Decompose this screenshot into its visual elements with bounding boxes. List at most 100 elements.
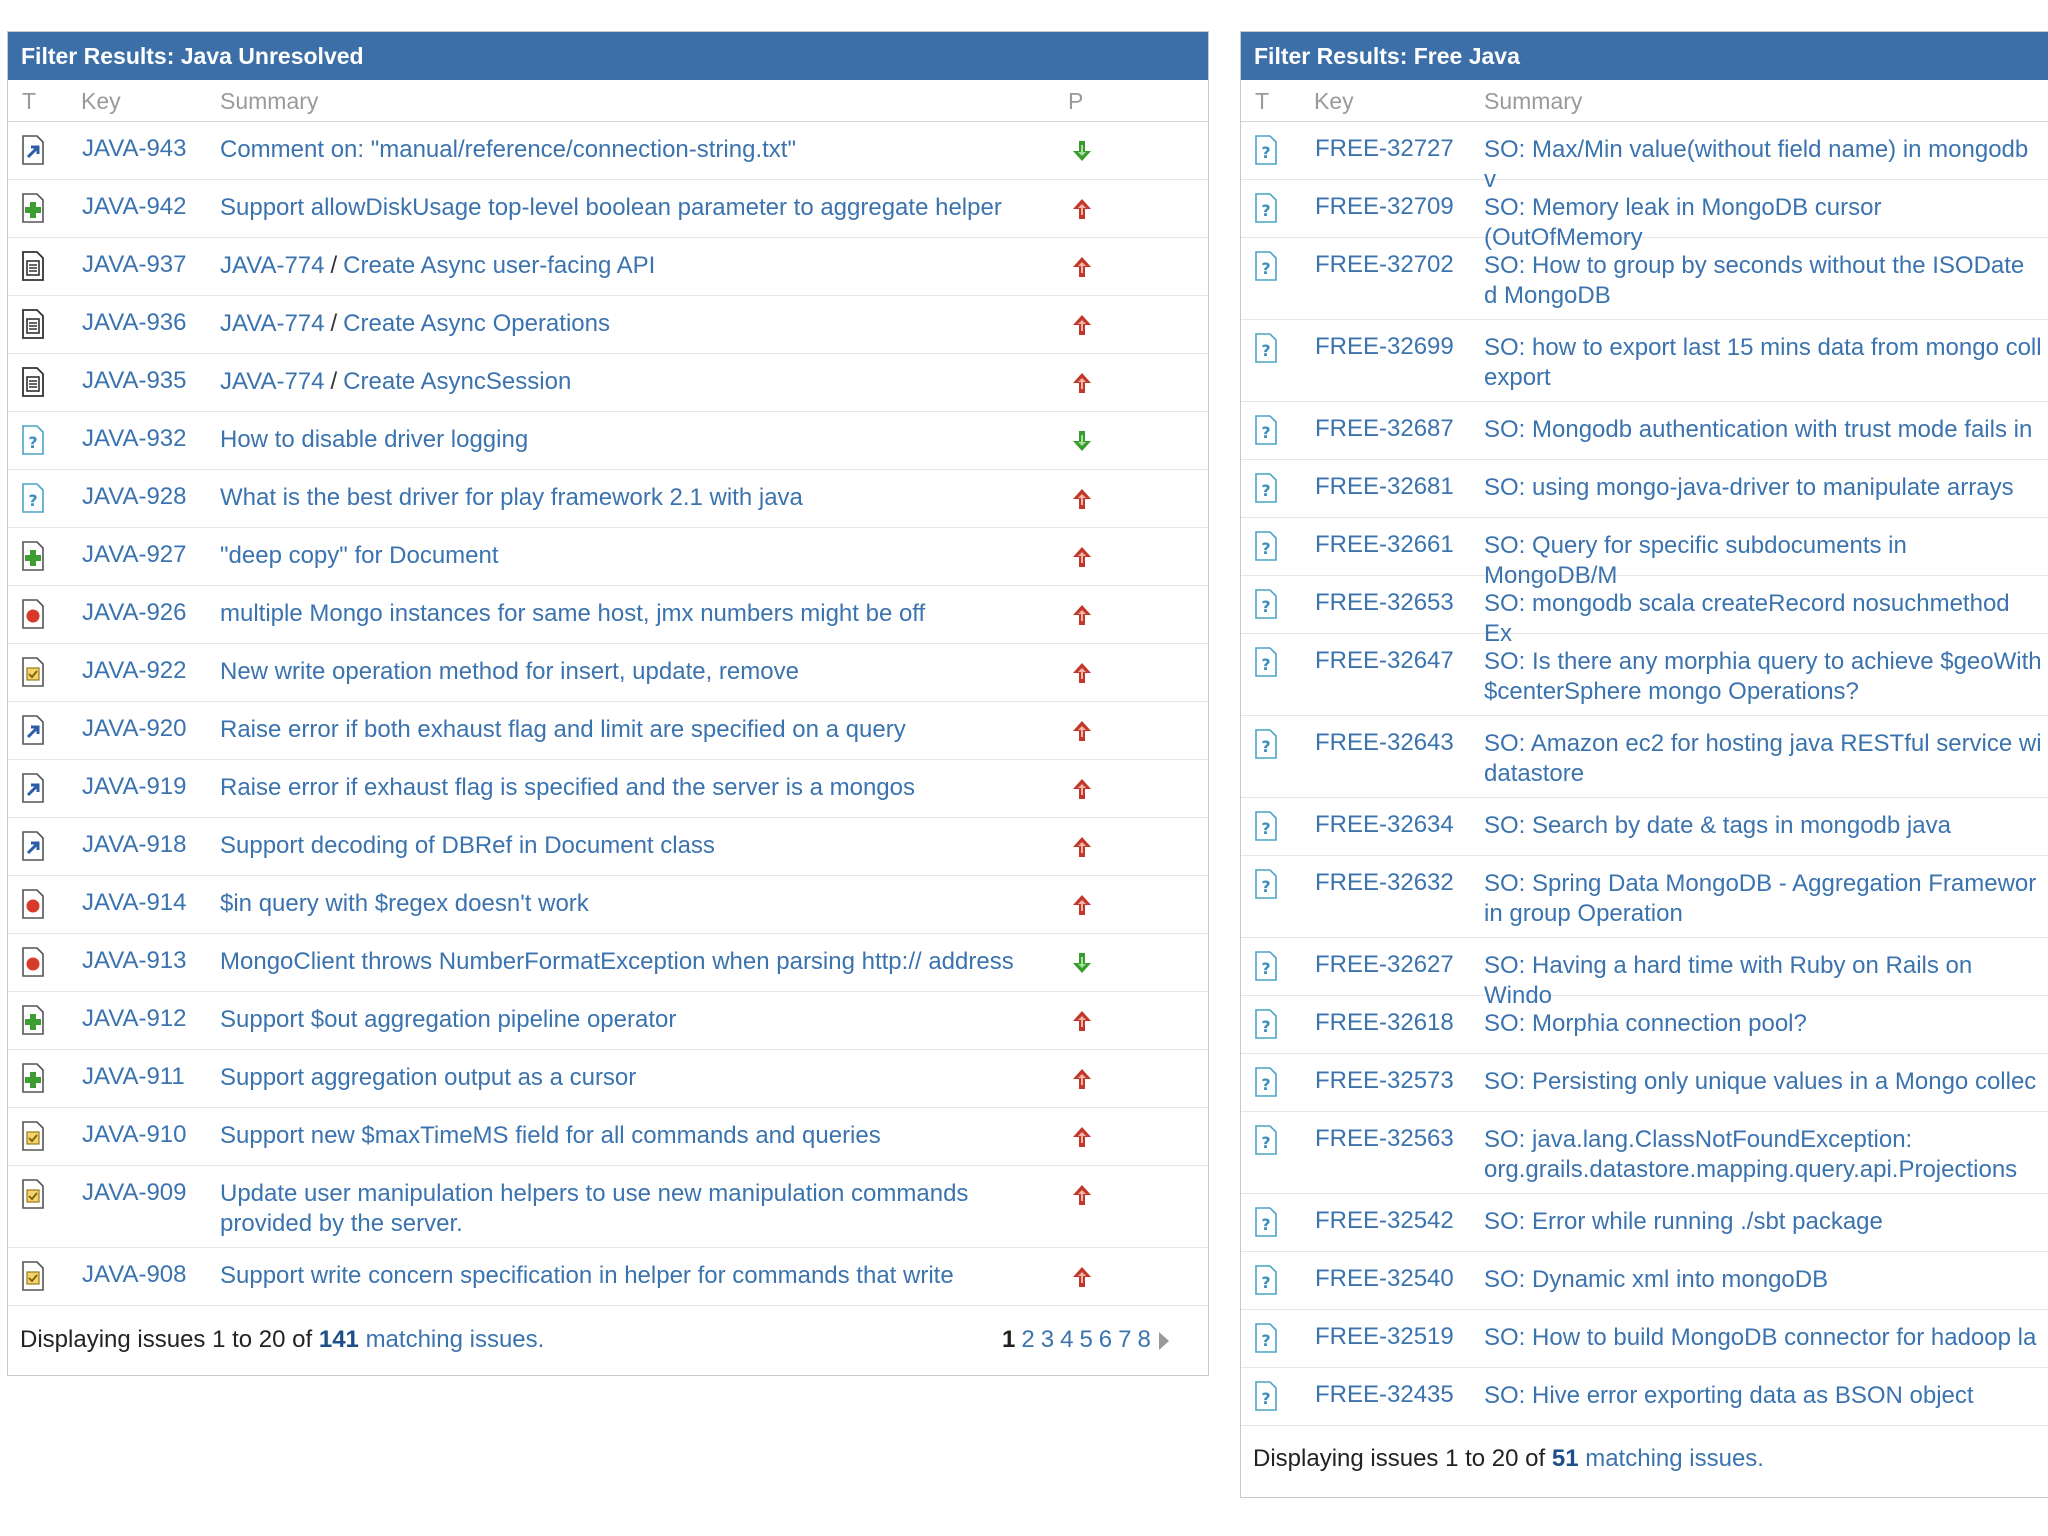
- parent-issue-link[interactable]: JAVA-774: [220, 368, 325, 395]
- table-row[interactable]: ? FREE-32699 SO: how to export last 15 min…: [1241, 320, 2048, 402]
- table-row[interactable]: ? FREE-32727 SO: Max/Min value(without fie…: [1241, 122, 2048, 193]
- table-row[interactable]: ? FREE-32563 SO: java.lang.ClassNotFoundEx…: [1241, 1112, 2048, 1194]
- table-row[interactable]: ? JAVA-932 How to disable driver logging: [8, 412, 1208, 470]
- issue-key-link[interactable]: JAVA-910: [82, 1121, 187, 1149]
- table-row[interactable]: ? FREE-32618 SO: Morphia connection pool?: [1241, 996, 2048, 1054]
- issue-summary-link[interactable]: New write operation method for insert, u…: [220, 658, 799, 685]
- column-summary[interactable]: Summary: [220, 88, 318, 115]
- issue-summary-link[interactable]: SO: Search by date & tags in mongodb jav…: [1484, 812, 1951, 839]
- table-row[interactable]: JAVA-909 Update user manipulation helpers…: [8, 1166, 1208, 1248]
- issue-key-link[interactable]: FREE-32540: [1315, 1265, 1454, 1293]
- issue-key-link[interactable]: JAVA-918: [82, 831, 187, 859]
- table-row[interactable]: ? FREE-32573 SO: Persisting only unique va…: [1241, 1054, 2048, 1112]
- parent-issue-link[interactable]: JAVA-774: [220, 252, 325, 279]
- issue-summary-link[interactable]: "deep copy" for Document: [220, 542, 499, 569]
- table-row[interactable]: JAVA-927 "deep copy" for Document: [8, 528, 1208, 586]
- table-row[interactable]: ? FREE-32643 SO: Amazon ec2 for hosting ja…: [1241, 716, 2048, 798]
- table-row[interactable]: JAVA-919 Raise error if exhaust flag is s…: [8, 760, 1208, 818]
- next-page-arrow-icon[interactable]: [1157, 1326, 1171, 1353]
- page-3-link[interactable]: 3: [1041, 1326, 1054, 1353]
- issue-summary-link[interactable]: Support aggregation output as a cursor: [220, 1064, 636, 1091]
- table-row[interactable]: ? FREE-32709 SO: Memory leak in MongoDB cu…: [1241, 180, 2048, 251]
- table-row[interactable]: JAVA-910 Support new $maxTimeMS field for…: [8, 1108, 1208, 1166]
- issue-key-link[interactable]: JAVA-936: [82, 309, 187, 337]
- table-row[interactable]: JAVA-912 Support $out aggregation pipelin…: [8, 992, 1208, 1050]
- issue-key-link[interactable]: FREE-32653: [1315, 589, 1454, 617]
- issue-key-link[interactable]: FREE-32634: [1315, 811, 1454, 839]
- table-row[interactable]: JAVA-922 New write operation method for i…: [8, 644, 1208, 702]
- table-row[interactable]: JAVA-926 multiple Mongo instances for sam…: [8, 586, 1208, 644]
- issue-key-link[interactable]: JAVA-935: [82, 367, 187, 395]
- table-row[interactable]: ? FREE-32647 SO: Is there any morphia quer…: [1241, 634, 2048, 716]
- issue-summary-link[interactable]: Comment on: "manual/reference/connection…: [220, 136, 796, 163]
- issue-summary-link[interactable]: SO: Morphia connection pool?: [1484, 1010, 1807, 1037]
- issue-key-link[interactable]: JAVA-928: [82, 483, 187, 511]
- table-row[interactable]: JAVA-913 MongoClient throws NumberFormatE…: [8, 934, 1208, 992]
- table-row[interactable]: JAVA-911 Support aggregation output as a …: [8, 1050, 1208, 1108]
- issue-summary-link[interactable]: SO: java.lang.ClassNotFoundException: or…: [1484, 1126, 2017, 1183]
- table-row[interactable]: ? FREE-32519 SO: How to build MongoDB conn…: [1241, 1310, 2048, 1368]
- issue-key-link[interactable]: FREE-32563: [1315, 1125, 1454, 1153]
- issue-summary-link[interactable]: multiple Mongo instances for same host, …: [220, 600, 925, 627]
- issue-key-link[interactable]: JAVA-926: [82, 599, 187, 627]
- column-summary[interactable]: Summary: [1484, 88, 1582, 115]
- page-5-link[interactable]: 5: [1079, 1326, 1092, 1353]
- issue-key-link[interactable]: JAVA-908: [82, 1261, 187, 1289]
- issue-summary-link[interactable]: Support $out aggregation pipeline operat…: [220, 1006, 676, 1033]
- issue-key-link[interactable]: JAVA-913: [82, 947, 187, 975]
- issue-summary-link[interactable]: Raise error if both exhaust flag and lim…: [220, 716, 906, 743]
- table-row[interactable]: ? FREE-32661 SO: Query for specific subdoc…: [1241, 518, 2048, 589]
- issue-summary-link[interactable]: Create Async Operations: [343, 310, 610, 337]
- issue-key-link[interactable]: JAVA-942: [82, 193, 187, 221]
- table-row[interactable]: ? FREE-32702 SO: How to group by seconds w…: [1241, 238, 2048, 320]
- issue-summary-link[interactable]: SO: using mongo-java-driver to manipulat…: [1484, 474, 2014, 501]
- table-row[interactable]: ? FREE-32687 SO: Mongodb authentication wi…: [1241, 402, 2048, 460]
- table-row[interactable]: ? JAVA-928 What is the best driver for pla…: [8, 470, 1208, 528]
- table-row[interactable]: ? FREE-32634 SO: Search by date & tags in …: [1241, 798, 2048, 856]
- issue-summary-link[interactable]: Raise error if exhaust flag is specified…: [220, 774, 915, 801]
- column-type[interactable]: T: [1255, 88, 1269, 115]
- issue-key-link[interactable]: FREE-32627: [1315, 951, 1454, 979]
- table-row[interactable]: JAVA-937 JAVA-774/Create Async user-facin…: [8, 238, 1208, 296]
- issue-key-link[interactable]: FREE-32681: [1315, 473, 1454, 501]
- issue-summary-link[interactable]: Update user manipulation helpers to use …: [220, 1180, 968, 1237]
- issue-summary-link[interactable]: Support allowDiskUsage top-level boolean…: [220, 194, 1002, 221]
- column-key[interactable]: Key: [81, 88, 121, 115]
- column-type[interactable]: T: [22, 88, 36, 115]
- issue-summary-link[interactable]: Support decoding of DBRef in Document cl…: [220, 832, 715, 859]
- table-row[interactable]: ? FREE-32435 SO: Hive error exporting data…: [1241, 1368, 2048, 1426]
- issue-key-link[interactable]: JAVA-922: [82, 657, 187, 685]
- issue-summary-link[interactable]: SO: Dynamic xml into mongoDB: [1484, 1266, 1828, 1293]
- table-row[interactable]: JAVA-936 JAVA-774/Create Async Operations: [8, 296, 1208, 354]
- page-2-link[interactable]: 2: [1021, 1326, 1034, 1353]
- issue-key-link[interactable]: FREE-32702: [1315, 251, 1454, 279]
- issue-key-link[interactable]: JAVA-920: [82, 715, 187, 743]
- column-key[interactable]: Key: [1314, 88, 1354, 115]
- page-4-link[interactable]: 4: [1060, 1326, 1073, 1353]
- issue-summary-link[interactable]: SO: Is there any morphia query to achiev…: [1484, 648, 2042, 705]
- issue-summary-link[interactable]: SO: Hive error exporting data as BSON ob…: [1484, 1382, 1974, 1409]
- page-7-link[interactable]: 7: [1118, 1326, 1131, 1353]
- table-row[interactable]: ? FREE-32632 SO: Spring Data MongoDB - Agg…: [1241, 856, 2048, 938]
- issue-key-link[interactable]: JAVA-914: [82, 889, 187, 917]
- issue-key-link[interactable]: JAVA-919: [82, 773, 187, 801]
- table-row[interactable]: ? FREE-32681 SO: using mongo-java-driver t…: [1241, 460, 2048, 518]
- table-row[interactable]: JAVA-908 Support write concern specificat…: [8, 1248, 1208, 1306]
- issue-summary-link[interactable]: Create AsyncSession: [343, 368, 571, 395]
- issue-key-link[interactable]: FREE-32435: [1315, 1381, 1454, 1409]
- page-8-link[interactable]: 8: [1138, 1326, 1151, 1353]
- table-row[interactable]: ? FREE-32540 SO: Dynamic xml into mongoDB: [1241, 1252, 2048, 1310]
- issue-key-link[interactable]: FREE-32727: [1315, 135, 1454, 163]
- issue-key-link[interactable]: FREE-32647: [1315, 647, 1454, 675]
- table-row[interactable]: JAVA-935 JAVA-774/Create AsyncSession: [8, 354, 1208, 412]
- issue-summary-link[interactable]: What is the best driver for play framewo…: [220, 484, 803, 511]
- issue-summary-link[interactable]: Create Async user-facing API: [343, 252, 655, 279]
- table-row[interactable]: JAVA-914 $in query with $regex doesn't wo…: [8, 876, 1208, 934]
- issue-summary-link[interactable]: SO: how to export last 15 mins data from…: [1484, 334, 2042, 391]
- table-row[interactable]: ? FREE-32542 SO: Error while running ./sbt…: [1241, 1194, 2048, 1252]
- issue-summary-link[interactable]: SO: Amazon ec2 for hosting java RESTful …: [1484, 730, 2042, 787]
- issue-summary-link[interactable]: MongoClient throws NumberFormatException…: [220, 948, 1014, 975]
- issue-key-link[interactable]: FREE-32661: [1315, 531, 1454, 559]
- issue-key-link[interactable]: FREE-32699: [1315, 333, 1454, 361]
- issue-summary-link[interactable]: $in query with $regex doesn't work: [220, 890, 589, 917]
